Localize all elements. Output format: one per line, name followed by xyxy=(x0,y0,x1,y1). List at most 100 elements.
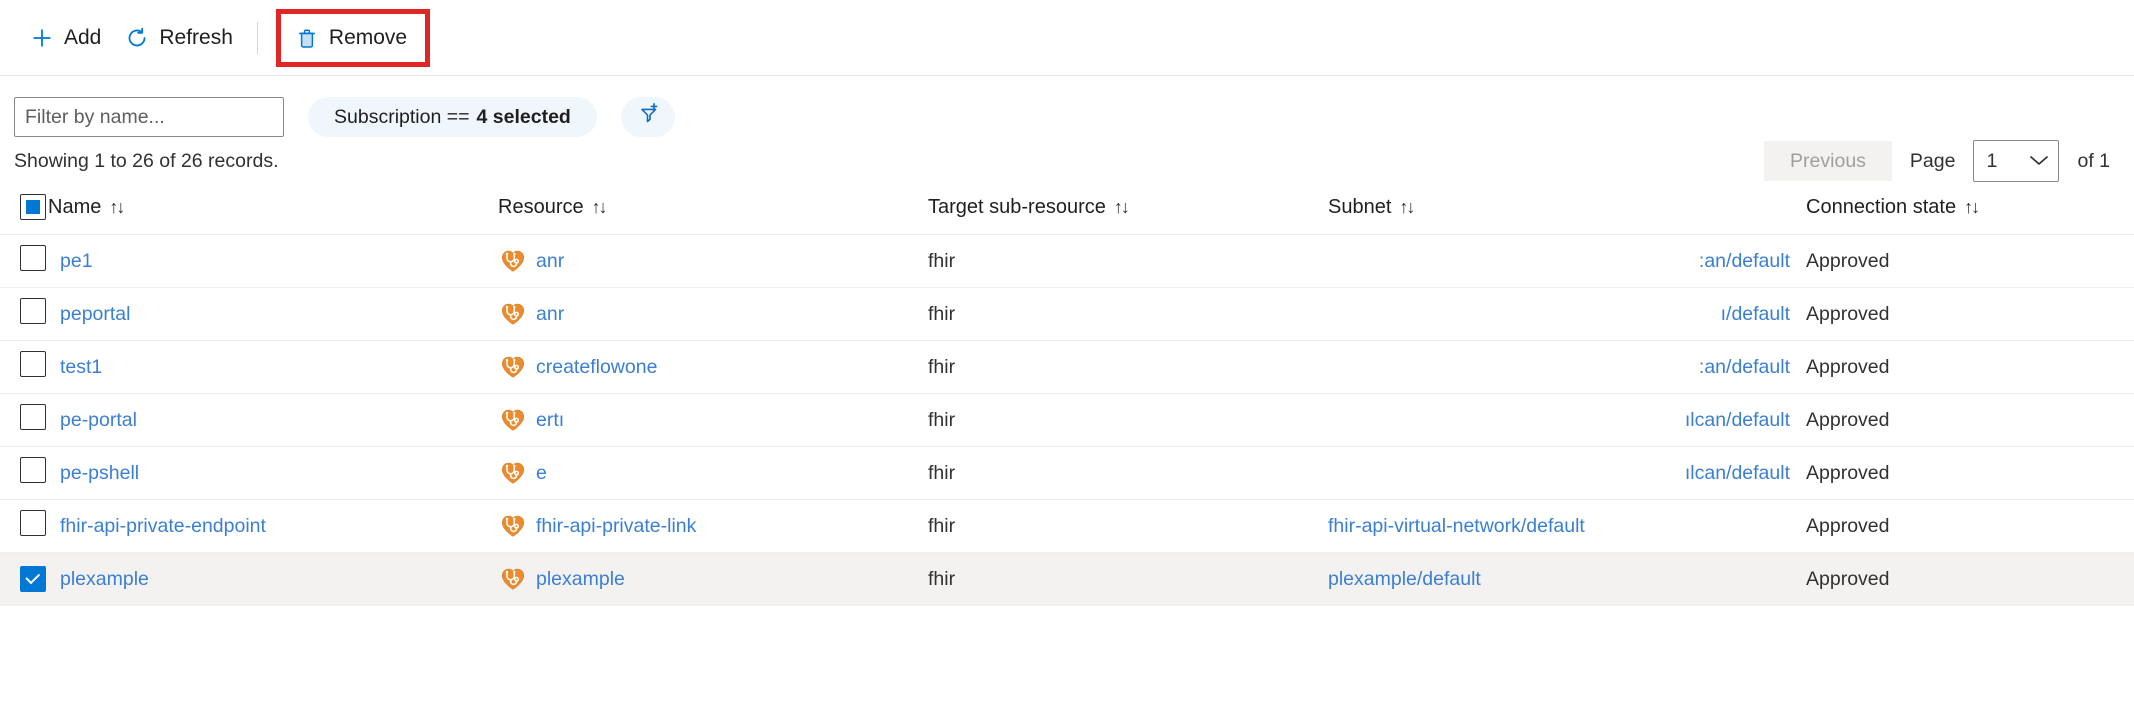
endpoint-name-link[interactable]: pe-portal xyxy=(60,409,137,431)
page-number-select[interactable]: 1 xyxy=(1973,140,2059,182)
cell-connection-state: Approved xyxy=(1798,447,2134,500)
fhir-service-icon xyxy=(500,566,526,592)
remove-button[interactable]: Remove xyxy=(283,15,419,61)
column-header-subnet[interactable]: Subnet ↑↓ xyxy=(1328,186,1798,235)
records-and-paging-bar: Showing 1 to 26 of 26 records. Previous … xyxy=(0,138,2134,186)
table-body: pe1 anr fhir :an/default Approved peportal anr… xyxy=(0,235,2134,606)
cell-target-sub-resource: fhir xyxy=(928,341,1328,394)
row-checkbox[interactable] xyxy=(20,566,46,592)
row-checkbox[interactable] xyxy=(20,510,46,536)
cell-subnet: :an/default xyxy=(1328,341,1798,394)
target-sub-resource-value: fhir xyxy=(928,409,955,431)
row-checkbox[interactable] xyxy=(20,457,46,483)
subscription-filter-pill[interactable]: Subscription == 4 selected xyxy=(308,97,597,137)
cell-resource: e xyxy=(498,447,928,500)
table-row[interactable]: pe-portalertıfhirılcan/defaultApproved xyxy=(0,394,2134,447)
row-checkbox[interactable] xyxy=(20,351,46,377)
row-select-cell xyxy=(0,341,48,394)
cell-subnet: ı/default xyxy=(1328,288,1798,341)
column-header-subnet-label: Subnet xyxy=(1328,196,1391,219)
fhir-service-icon xyxy=(500,301,526,327)
column-header-resource-label: Resource xyxy=(498,196,584,219)
endpoint-name-link[interactable]: peportal xyxy=(60,303,130,325)
row-checkbox[interactable] xyxy=(20,245,46,271)
sort-arrows-icon: ↑↓ xyxy=(1399,197,1413,218)
table-row[interactable]: pe1anrfhir:an/defaultApproved xyxy=(0,235,2134,288)
refresh-button[interactable]: Refresh xyxy=(113,15,245,61)
table-row[interactable]: pe-pshell e fhir ılcan/default Approved xyxy=(0,447,2134,500)
subnet-link[interactable]: plexample/default xyxy=(1328,568,1481,590)
table-row[interactable]: fhir-api-private-endpoint fhir-api-privat… xyxy=(0,500,2134,553)
resource-link[interactable]: ertı xyxy=(536,409,564,432)
endpoint-name-link[interactable]: test1 xyxy=(60,356,102,378)
remove-button-highlight: Remove xyxy=(276,9,430,67)
sort-arrows-icon: ↑↓ xyxy=(109,197,123,218)
refresh-button-label: Refresh xyxy=(159,26,233,50)
subnet-link[interactable]: fhir-api-virtual-network/default xyxy=(1328,515,1585,537)
target-sub-resource-value: fhir xyxy=(928,356,955,378)
subnet-link[interactable]: ı/default xyxy=(1721,303,1790,325)
column-header-connection-state[interactable]: Connection state ↑↓ xyxy=(1798,186,2134,235)
subscription-filter-label: Subscription == xyxy=(334,106,470,129)
fhir-service-icon xyxy=(500,513,526,539)
table-row[interactable]: test1createflowonefhir:an/defaultApprove… xyxy=(0,341,2134,394)
cell-target-sub-resource: fhir xyxy=(928,447,1328,500)
row-select-cell xyxy=(0,235,48,288)
add-filter-icon xyxy=(634,102,662,133)
subnet-link[interactable]: :an/default xyxy=(1699,356,1790,378)
fhir-service-icon xyxy=(500,460,526,486)
cell-resource: anr xyxy=(498,288,928,341)
row-checkbox[interactable] xyxy=(20,298,46,324)
resource-link[interactable]: createflowone xyxy=(536,356,657,379)
sort-arrows-icon: ↑↓ xyxy=(1964,197,1978,218)
select-all-header xyxy=(0,186,48,235)
cell-name: pe-pshell xyxy=(48,447,498,500)
subnet-link[interactable]: ılcan/default xyxy=(1685,462,1790,484)
filter-bar: Subscription == 4 selected xyxy=(0,76,2134,138)
subscription-filter-value: 4 selected xyxy=(477,106,571,129)
column-header-name[interactable]: Name ↑↓ xyxy=(48,186,498,235)
page-total-label: of 1 xyxy=(2077,150,2110,173)
column-header-resource[interactable]: Resource ↑↓ xyxy=(498,186,928,235)
trash-icon xyxy=(295,26,319,50)
resource-link[interactable]: fhir-api-private-link xyxy=(536,515,696,538)
endpoint-name-link[interactable]: pe-pshell xyxy=(60,462,139,484)
resource-link[interactable]: plexample xyxy=(536,568,625,591)
resource-link[interactable]: e xyxy=(536,462,547,485)
resource-link[interactable]: anr xyxy=(536,303,564,326)
cell-subnet: plexample/default xyxy=(1328,553,1798,606)
table-row[interactable]: peportalanrfhirı/defaultApproved xyxy=(0,288,2134,341)
cell-name: plexample xyxy=(48,553,498,606)
column-header-target-sub-resource[interactable]: Target sub-resource ↑↓ xyxy=(928,186,1328,235)
cell-subnet: ılcan/default xyxy=(1328,447,1798,500)
table-header: Name ↑↓ Resource ↑↓ Target sub-resource … xyxy=(0,186,2134,235)
cell-target-sub-resource: fhir xyxy=(928,288,1328,341)
endpoint-name-link[interactable]: pe1 xyxy=(60,250,93,272)
target-sub-resource-value: fhir xyxy=(928,515,955,537)
command-bar: Add Refresh Remove xyxy=(0,0,2134,76)
cell-resource: plexample xyxy=(498,553,928,606)
add-filter-button[interactable] xyxy=(621,97,675,137)
add-button[interactable]: Add xyxy=(18,15,113,61)
endpoint-name-link[interactable]: plexample xyxy=(60,568,149,590)
resource-link[interactable]: anr xyxy=(536,250,564,273)
cell-name: pe1 xyxy=(48,235,498,288)
subnet-link[interactable]: :an/default xyxy=(1699,250,1790,272)
row-checkbox[interactable] xyxy=(20,404,46,430)
table-row[interactable]: plexampleplexamplefhirplexample/defaultA… xyxy=(0,553,2134,606)
cell-name: test1 xyxy=(48,341,498,394)
column-header-target-label: Target sub-resource xyxy=(928,196,1106,219)
cell-resource: fhir-api-private-link xyxy=(498,500,928,553)
refresh-icon xyxy=(125,26,149,50)
subnet-link[interactable]: ılcan/default xyxy=(1685,409,1790,431)
select-all-checkbox[interactable] xyxy=(20,194,46,220)
cell-resource: anr xyxy=(498,235,928,288)
column-header-name-label: Name xyxy=(48,196,101,219)
plus-icon xyxy=(30,26,54,50)
page-number-value: 1 xyxy=(1986,150,1997,173)
endpoint-name-link[interactable]: fhir-api-private-endpoint xyxy=(60,515,266,537)
cell-target-sub-resource: fhir xyxy=(928,394,1328,447)
private-endpoint-connections-table: Name ↑↓ Resource ↑↓ Target sub-resource … xyxy=(0,186,2134,606)
filter-by-name-input[interactable] xyxy=(14,97,284,137)
previous-page-button[interactable]: Previous xyxy=(1764,141,1892,181)
